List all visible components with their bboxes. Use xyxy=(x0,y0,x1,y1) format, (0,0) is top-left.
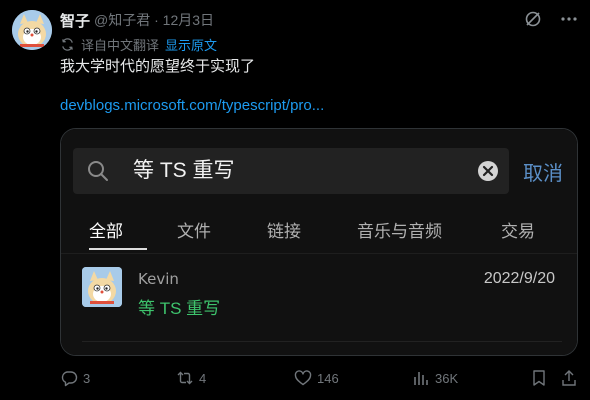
reply-button[interactable]: 3 xyxy=(60,369,90,387)
bookmark-icon[interactable] xyxy=(530,369,548,387)
tweet-header: 智子 @知子君 · 12月3日 xyxy=(60,10,214,30)
more-options-icon[interactable] xyxy=(560,10,578,28)
search-icon xyxy=(88,161,108,181)
heart-icon xyxy=(294,370,312,386)
cat-avatar-image xyxy=(12,10,52,50)
tab-music-audio[interactable]: 音乐与音频 xyxy=(357,217,442,242)
search-tabs: 全部 文件 链接 音乐与音频 交易 xyxy=(73,217,577,250)
reply-count: 3 xyxy=(83,370,91,386)
search-box[interactable]: 等 TS 重写 xyxy=(73,148,509,194)
tweet-action-bar: 3 4 146 36K xyxy=(60,369,580,389)
translation-notice: 译自中文翻译 显示原文 xyxy=(60,35,217,53)
tab-all[interactable]: 全部 xyxy=(89,217,123,242)
tweet-link[interactable]: devblogs.microsoft.com/typescript/pro... xyxy=(60,96,324,116)
cat-avatar-image xyxy=(82,267,122,307)
grok-icon[interactable] xyxy=(524,10,542,28)
tweet-text: 我大学时代的愿望终于实现了 xyxy=(60,58,256,75)
result-avatar xyxy=(82,267,122,307)
translation-label: 译自中文翻译 xyxy=(81,37,160,53)
author-name[interactable]: 智子 xyxy=(60,10,90,31)
cancel-button[interactable]: 取消 xyxy=(523,157,563,186)
tabs-divider xyxy=(61,253,577,254)
repost-count: 4 xyxy=(199,370,207,386)
like-button[interactable]: 146 xyxy=(294,369,339,387)
tab-links[interactable]: 链接 xyxy=(267,217,301,242)
tab-files[interactable]: 文件 xyxy=(177,217,211,242)
result-divider xyxy=(82,341,562,342)
active-tab-indicator xyxy=(89,248,147,250)
views-button[interactable]: 36K xyxy=(412,369,458,387)
author-avatar[interactable] xyxy=(12,10,52,50)
translate-icon xyxy=(62,37,73,51)
result-date: 2022/9/20 xyxy=(483,270,555,287)
repost-button[interactable]: 4 xyxy=(176,369,206,387)
search-query: 等 TS 重写 xyxy=(133,159,235,182)
clear-search-icon[interactable] xyxy=(477,160,499,182)
tab-transactions[interactable]: 交易 xyxy=(501,217,535,242)
view-count: 36K xyxy=(435,370,459,386)
share-icon[interactable] xyxy=(560,369,578,387)
media-card[interactable]: 等 TS 重写 取消 全部 文件 链接 音乐与音频 交易 Kevin 2022/… xyxy=(60,128,578,356)
result-sender-name: Kevin xyxy=(138,270,179,288)
author-handle-date[interactable]: @知子君 · 12月3日 xyxy=(94,10,214,30)
show-original-link[interactable]: 显示原文 xyxy=(165,35,217,54)
reply-icon xyxy=(61,371,78,387)
result-snippet: 等 TS 重写 xyxy=(138,299,221,318)
like-count: 146 xyxy=(317,370,339,386)
header-actions xyxy=(524,10,578,28)
views-chart-icon xyxy=(414,372,428,385)
repost-icon xyxy=(177,371,193,385)
media-image: 等 TS 重写 取消 全部 文件 链接 音乐与音频 交易 Kevin 2022/… xyxy=(61,129,577,355)
